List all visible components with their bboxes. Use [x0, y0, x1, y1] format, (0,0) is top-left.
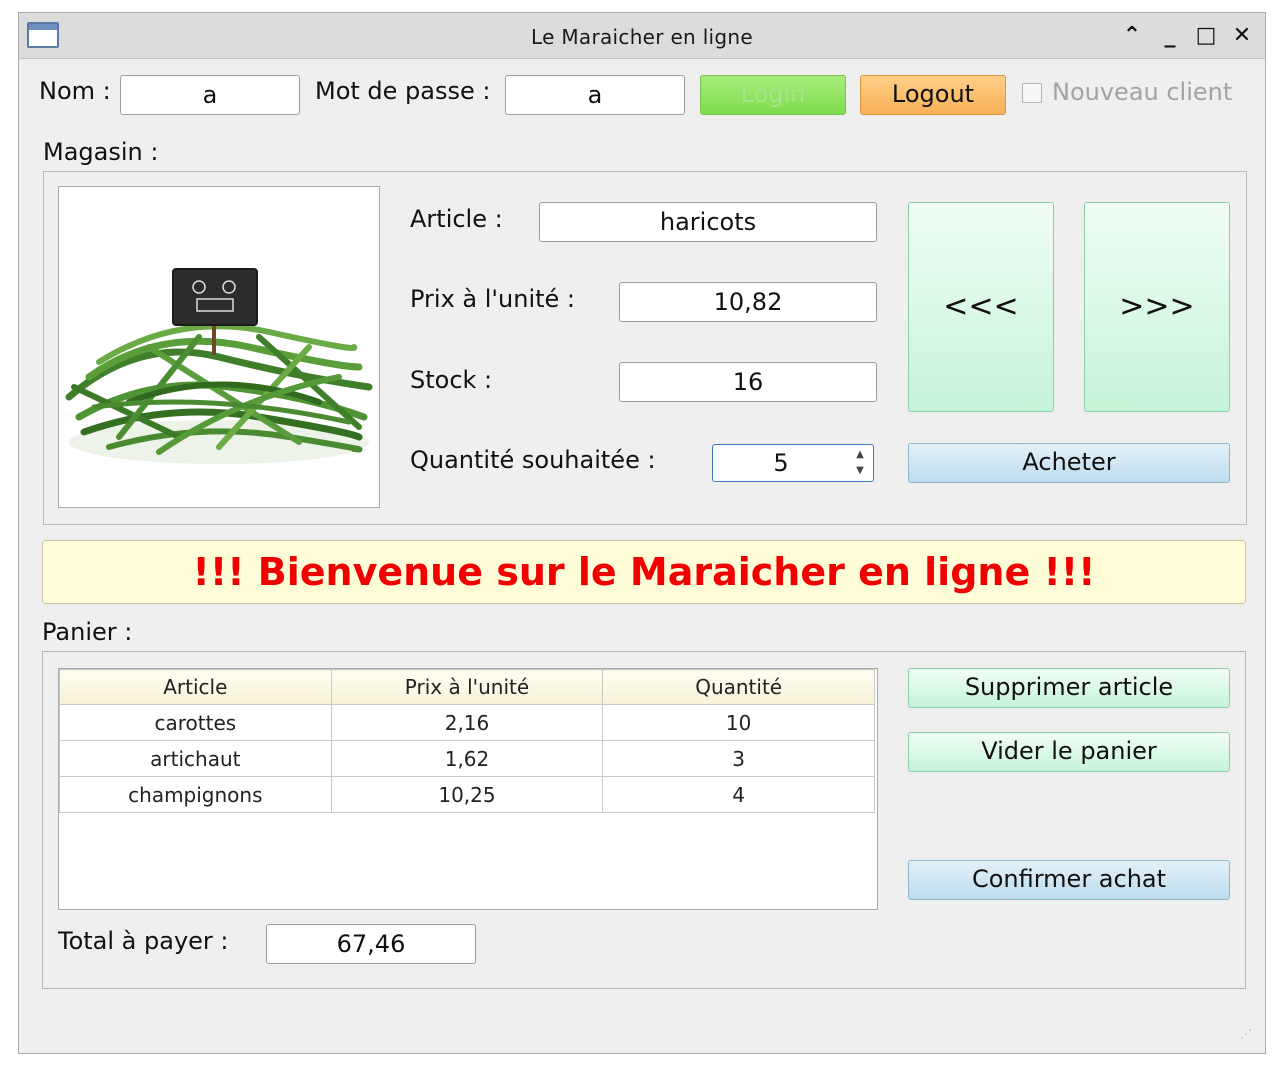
new-client-checkbox[interactable] — [1022, 83, 1042, 103]
login-button[interactable]: Login — [700, 75, 846, 115]
cell-quantity: 10 — [602, 704, 875, 741]
article-label: Article : — [410, 205, 503, 233]
quantity-spinbox[interactable]: 5 ▲ ▼ — [712, 444, 874, 482]
collapse-icon[interactable]: ⌃ — [1115, 19, 1149, 53]
spin-down-icon[interactable]: ▼ — [851, 464, 869, 478]
cell-unit-price: 1,62 — [330, 740, 604, 777]
green-beans-illustration — [65, 268, 373, 464]
quantity-value[interactable]: 5 — [713, 445, 849, 481]
total-label: Total à payer : — [58, 927, 229, 955]
password-label: Mot de passe : — [315, 77, 491, 105]
empty-cart-button[interactable]: Vider le panier — [908, 732, 1230, 772]
cart-section-label: Panier : — [42, 618, 133, 646]
cell-article: artichaut — [59, 740, 332, 777]
welcome-banner: !!! Bienvenue sur le Maraicher en ligne … — [42, 540, 1246, 604]
column-header-quantity[interactable]: Quantité — [602, 669, 875, 705]
cell-unit-price: 2,16 — [330, 704, 604, 741]
cell-quantity: 3 — [602, 740, 875, 777]
product-image — [58, 186, 380, 508]
article-field: haricots — [539, 202, 877, 242]
spin-up-icon[interactable]: ▲ — [851, 448, 869, 462]
cell-unit-price: 10,25 — [330, 776, 604, 813]
password-input[interactable]: a — [505, 75, 685, 115]
next-article-button[interactable]: >>> — [1084, 202, 1230, 412]
table-row[interactable]: carottes 2,16 10 — [59, 704, 875, 741]
delete-article-button[interactable]: Supprimer article — [908, 668, 1230, 708]
buy-button[interactable]: Acheter — [908, 443, 1230, 483]
window-title: Le Maraicher en ligne — [531, 25, 753, 49]
cell-article: champignons — [59, 776, 332, 813]
close-button[interactable]: ✕ — [1225, 19, 1259, 53]
minimize-button[interactable]: _ — [1153, 19, 1187, 53]
unit-price-field: 10,82 — [619, 282, 877, 322]
name-label: Nom : — [39, 77, 111, 105]
stock-label: Stock : — [410, 366, 493, 394]
name-input[interactable]: a — [120, 75, 300, 115]
cell-quantity: 4 — [602, 776, 875, 813]
unit-price-label: Prix à l'unité : — [410, 285, 575, 313]
logout-button[interactable]: Logout — [860, 75, 1006, 115]
stock-field: 16 — [619, 362, 877, 402]
cart-table[interactable]: Article Prix à l'unité Quantité carottes… — [58, 668, 878, 910]
title-bar: Le Maraicher en ligne ⌃ _ □ ✕ — [19, 13, 1265, 59]
resize-grip-icon[interactable]: ⋰ — [1240, 1028, 1256, 1046]
table-row[interactable]: champignons 10,25 4 — [59, 776, 875, 813]
total-field: 67,46 — [266, 924, 476, 964]
column-header-article[interactable]: Article — [59, 669, 332, 705]
previous-article-button[interactable]: <<< — [908, 202, 1054, 412]
new-client-label: Nouveau client — [1052, 78, 1233, 106]
cell-article: carottes — [59, 704, 332, 741]
store-section-label: Magasin : — [43, 138, 159, 166]
column-header-unit-price[interactable]: Prix à l'unité — [330, 669, 604, 705]
quantity-label: Quantité souhaitée : — [410, 446, 656, 474]
cart-table-header: Article Prix à l'unité Quantité — [59, 669, 875, 705]
confirm-purchase-button[interactable]: Confirmer achat — [908, 860, 1230, 900]
table-row[interactable]: artichaut 1,62 3 — [59, 740, 875, 777]
maximize-button[interactable]: □ — [1189, 19, 1223, 53]
